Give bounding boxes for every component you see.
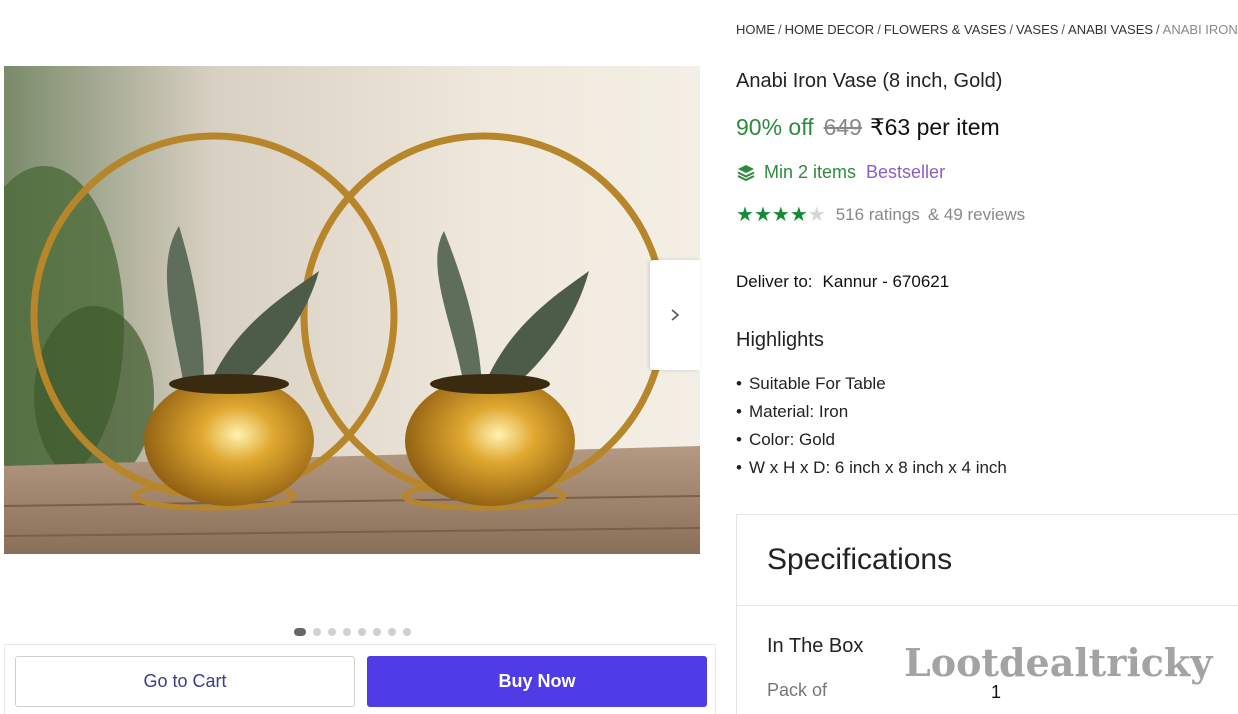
chevron-right-icon	[671, 309, 680, 321]
go-to-cart-button[interactable]: Go to Cart	[15, 656, 355, 707]
highlight-item: W x H x D: 6 inch x 8 inch x 4 inch	[736, 458, 1007, 486]
carousel-dot[interactable]	[343, 628, 351, 636]
breadcrumb-separator: /	[778, 22, 782, 37]
highlight-item: Material: Iron	[736, 402, 1007, 430]
breadcrumb-separator: /	[1061, 22, 1066, 37]
star-icon: ★	[789, 204, 808, 226]
star-icon: ★	[753, 204, 772, 226]
breadcrumb: HOME / HOME DECOR / FLOWERS & VASES / VASES / AN…	[736, 22, 1238, 37]
breadcrumb-item[interactable]: FLOWERS & VASES	[884, 22, 1007, 37]
buy-now-button[interactable]: Buy Now	[367, 656, 707, 707]
min-items-label: Min 2 items	[764, 162, 857, 182]
layers-icon	[737, 164, 755, 181]
next-image-button[interactable]	[650, 260, 700, 370]
spec-value: 1	[991, 682, 1002, 702]
highlights-title: Highlights	[736, 329, 824, 351]
highlight-item: Color: Gold	[736, 430, 1007, 458]
product-title: Anabi Iron Vase (8 inch, Gold)	[736, 70, 1003, 92]
highlights-list: Suitable For Table Material: Iron Color:…	[736, 374, 1007, 486]
selling-price: ₹63 per item	[869, 114, 1000, 140]
watermark: Lootdealtricky	[904, 640, 1213, 685]
carousel-dot[interactable]	[313, 628, 321, 636]
star-rating: ★ ★ ★ ★ ★	[736, 205, 826, 225]
breadcrumb-separator: /	[1156, 22, 1160, 37]
product-photo	[4, 66, 700, 554]
specifications-title: Specifications	[767, 543, 953, 576]
action-bar: Go to Cart Buy Now	[4, 644, 716, 714]
breadcrumb-item[interactable]: HOME	[736, 22, 775, 37]
star-icon: ★	[736, 204, 754, 226]
ratings-count: 516 ratings	[835, 205, 920, 224]
breadcrumb-item[interactable]: HOME DECOR	[785, 22, 875, 37]
carousel-dot[interactable]	[294, 628, 306, 636]
price-row: 90% off 649 ₹63 per item	[736, 114, 1000, 141]
carousel-dots	[294, 628, 411, 636]
bestseller-badge: Bestseller	[866, 162, 946, 182]
ratings-row[interactable]: ★ ★ ★ ★ ★ 516 ratings & 49 reviews	[736, 205, 1025, 225]
star-icon: ★	[807, 204, 826, 226]
product-image[interactable]	[4, 66, 700, 554]
carousel-dot[interactable]	[388, 628, 396, 636]
delivery-location: Kannur - 670621	[822, 272, 950, 291]
breadcrumb-separator: /	[877, 22, 881, 37]
deliver-to-label: Deliver to:	[736, 272, 813, 291]
reviews-count: & 49 reviews	[927, 205, 1026, 224]
mrp-price: 649	[823, 114, 862, 140]
star-icon: ★	[771, 204, 790, 226]
breadcrumb-item[interactable]: VASES	[1016, 22, 1058, 37]
highlight-item: Suitable For Table	[736, 374, 1007, 402]
breadcrumb-item[interactable]: ANABI VASES	[1068, 22, 1153, 37]
carousel-dot[interactable]	[358, 628, 366, 636]
carousel-dot[interactable]	[373, 628, 381, 636]
badge-row: Min 2 items Bestseller	[736, 162, 945, 183]
delivery-info[interactable]: Deliver to: Kannur - 670621	[736, 272, 949, 292]
spec-section-title: In The Box	[767, 635, 864, 657]
breadcrumb-item: ANABI IRON VASE	[1162, 22, 1238, 37]
discount-label: 90% off	[736, 114, 814, 140]
carousel-dot[interactable]	[328, 628, 336, 636]
carousel-dot[interactable]	[403, 628, 411, 636]
divider	[737, 605, 1238, 606]
breadcrumb-separator: /	[1009, 22, 1014, 37]
product-details: HOME / HOME DECOR / FLOWERS & VASES / VASES / AN…	[736, 0, 1238, 714]
spec-key: Pack of	[767, 680, 828, 700]
product-gallery: Go to Cart Buy Now	[4, 0, 716, 714]
